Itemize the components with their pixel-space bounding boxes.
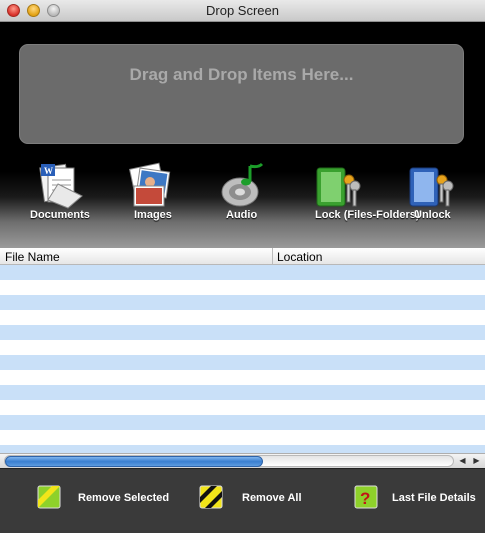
- drop-zone-text: Drag and Drop Items Here...: [129, 65, 354, 84]
- list-row[interactable]: [0, 355, 485, 370]
- list-row[interactable]: [0, 430, 485, 445]
- list-header: File Name Location: [0, 248, 485, 265]
- unlock-label: Unlock: [414, 209, 451, 221]
- lock-icon: [316, 167, 361, 207]
- remove-selected-icon: [37, 485, 61, 509]
- scroll-thumb[interactable]: [5, 456, 263, 467]
- list-row[interactable]: [0, 295, 485, 310]
- remove-all-icon: [199, 485, 223, 509]
- scroll-left-icon[interactable]: ◀: [456, 455, 469, 467]
- drop-zone[interactable]: Drag and Drop Items Here...: [19, 44, 464, 144]
- list-row[interactable]: [0, 385, 485, 400]
- horizontal-scrollbar[interactable]: ◀ ▶: [0, 453, 485, 468]
- images-icon: [129, 162, 171, 207]
- file-list[interactable]: File Name Location: [0, 248, 485, 453]
- column-header-location[interactable]: Location: [277, 250, 322, 264]
- column-header-file-name[interactable]: File Name: [5, 250, 60, 264]
- list-row[interactable]: [0, 445, 485, 453]
- list-row[interactable]: [0, 370, 485, 385]
- audio-icon: [221, 162, 264, 207]
- list-row[interactable]: [0, 280, 485, 295]
- column-divider[interactable]: [272, 248, 273, 264]
- images-label: Images: [134, 209, 172, 221]
- last-file-details-label: Last File Details: [392, 492, 476, 504]
- window-title: Drop Screen: [206, 3, 279, 18]
- audio-label: Audio: [226, 209, 258, 221]
- scroll-right-icon[interactable]: ▶: [470, 455, 483, 467]
- list-row[interactable]: [0, 265, 485, 280]
- remove-selected-label: Remove Selected: [78, 492, 170, 504]
- remove-all-label: Remove All: [242, 492, 302, 504]
- list-row[interactable]: [0, 325, 485, 340]
- documents-label: Documents: [30, 209, 90, 221]
- documents-icon: W: [39, 163, 83, 209]
- svg-text:?: ?: [360, 489, 370, 508]
- unlock-icon: [409, 167, 454, 207]
- title-bar: Drop Screen: [0, 0, 485, 22]
- bottom-bar: Remove Selected Remove All ? Last File D…: [0, 468, 485, 533]
- list-row[interactable]: [0, 310, 485, 325]
- list-row[interactable]: [0, 340, 485, 355]
- list-row[interactable]: [0, 400, 485, 415]
- svg-text:W: W: [44, 166, 53, 176]
- list-row[interactable]: [0, 415, 485, 430]
- question-icon: ?: [354, 485, 378, 509]
- lock-label: Lock (Files-Folders): [315, 209, 420, 221]
